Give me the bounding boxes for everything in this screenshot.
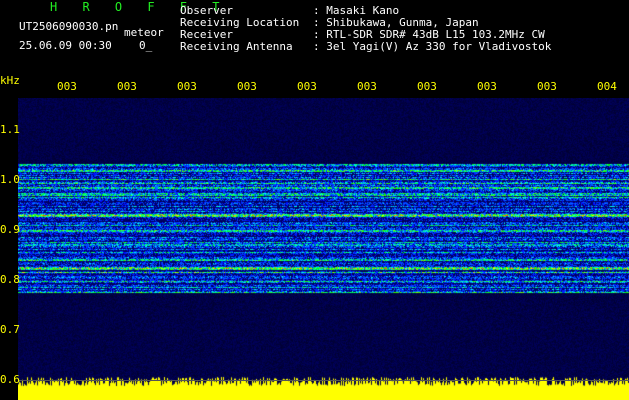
file-name: UT2506090030.pn [19, 20, 119, 33]
x-tick-label: 003 [177, 81, 197, 93]
y-tick-label: 1.1 [0, 123, 20, 136]
x-tick-label: 003 [237, 81, 257, 93]
y-tick-label: 0.8 [0, 273, 20, 286]
baseline-line [18, 380, 629, 381]
y-tick-label: 1.0 [0, 173, 20, 186]
x-tick-label: 003 [297, 81, 317, 93]
x-tick-label: 003 [537, 81, 557, 93]
y-tick-label: 0.7 [0, 323, 20, 336]
x-tick-label: 003 [417, 81, 437, 93]
timestamp: 25.06.09 00:30 [19, 39, 112, 52]
info-antenna-label: Receiving Antenna [180, 40, 293, 53]
waterfall-spectrogram [18, 98, 629, 400]
y-tick-label: 0.9 [0, 223, 20, 236]
x-tick-label: 003 [117, 81, 137, 93]
x-tick-label: 003 [477, 81, 497, 93]
event-type: meteor [124, 26, 164, 39]
event-count: 0_ [139, 39, 153, 52]
x-tick-label: 003 [57, 81, 77, 93]
y-unit-label: kHz [0, 74, 20, 87]
info-antenna-value: : 3el Yagi(V) Az 330 for Vladivostok [313, 40, 552, 53]
y-tick-label: 0.6 [0, 373, 20, 386]
x-tick-label: 004 [597, 81, 617, 93]
x-tick-label: 003 [357, 81, 377, 93]
